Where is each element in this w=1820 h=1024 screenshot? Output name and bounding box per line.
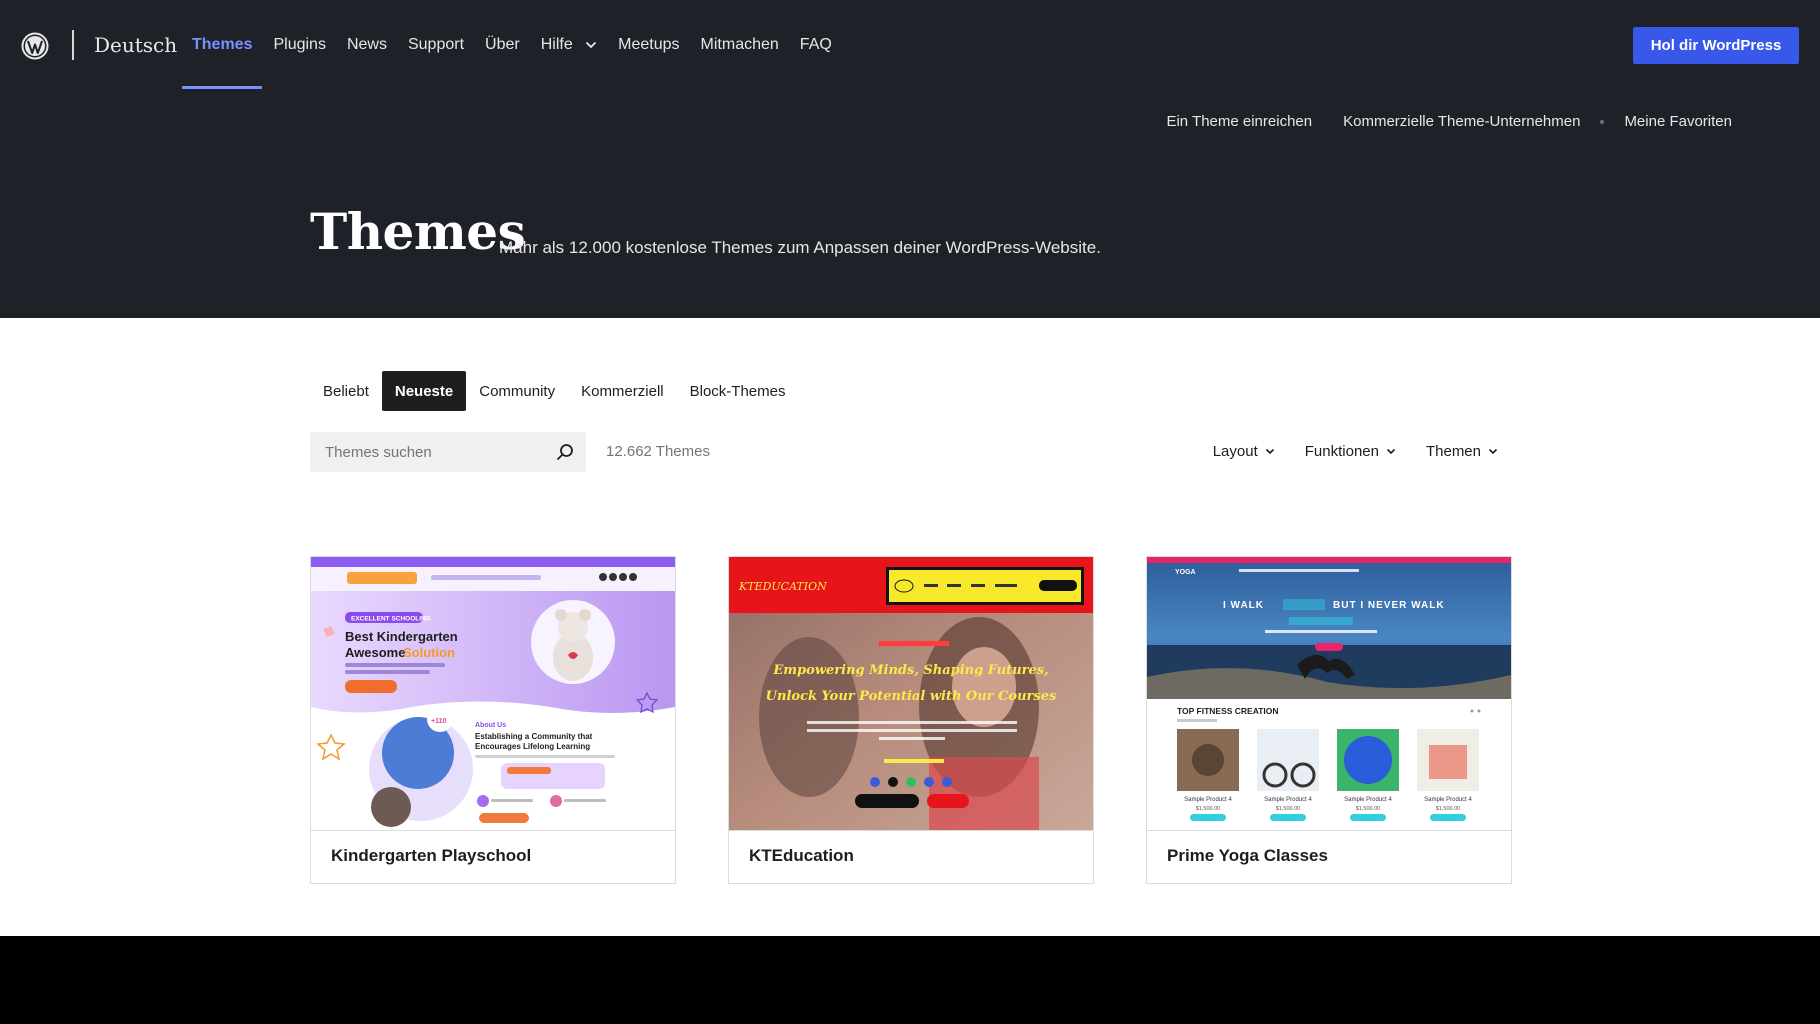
kindergarten-preview-image: EXCELLENT SCHOOLING Best Kindergarten Aw… <box>311 557 675 830</box>
theme-card-kteducation[interactable]: KTEDUCATION Empowering Minds, Shaping Fu… <box>728 556 1094 884</box>
nav-item-faq[interactable]: FAQ <box>800 36 832 54</box>
theme-screenshot: EXCELLENT SCHOOLING Best Kindergarten Aw… <box>311 557 675 831</box>
preview-hero-a: I WALK <box>1223 600 1264 611</box>
get-wordpress-button[interactable]: Hol dir WordPress <box>1633 27 1799 64</box>
search-input[interactable] <box>310 432 540 472</box>
preview-section-title: TOP FITNESS CREATION <box>1177 706 1279 716</box>
chevron-down-icon <box>1386 448 1396 455</box>
top-navigation-bar: Deutsch Themes Plugins News Support Über… <box>0 0 1820 92</box>
nav-item-hilfe[interactable]: Hilfe <box>541 36 597 54</box>
page-title: Themes <box>310 202 526 261</box>
tab-kommerziell[interactable]: Kommerziell <box>568 371 677 411</box>
theme-card-prime-yoga-classes[interactable]: YOGA I WALK BUT I NEVER WALK TOP FITNESS… <box>1146 556 1512 884</box>
themes-directory: Beliebt Neueste Community Kommerziell Bl… <box>0 318 1820 936</box>
preview-price: $1,500.00 <box>1436 806 1460 812</box>
preview-logo: YOGA <box>1175 569 1196 576</box>
theme-name[interactable]: Prime Yoga Classes <box>1167 846 1328 866</box>
preview-headline-2: Unlock Your Potential with Our Courses <box>766 689 1057 704</box>
nav-item-news[interactable]: News <box>347 36 387 54</box>
tab-community[interactable]: Community <box>466 371 568 411</box>
preview-logo: KTEDUCATION <box>738 580 827 593</box>
nav-item-meetups[interactable]: Meetups <box>618 36 679 54</box>
chevron-down-icon <box>1488 448 1498 455</box>
preview-product-label: Sample Product 4 <box>1344 797 1392 803</box>
site-header: Deutsch Themes Plugins News Support Über… <box>0 0 1820 318</box>
filter-label: Themen <box>1425 443 1481 460</box>
preview-pill: EXCELLENT SCHOOLING <box>351 616 431 623</box>
brand-divider <box>72 30 74 60</box>
preview-product-label: Sample Product 4 <box>1184 797 1232 803</box>
preview-about-title-2: Encourages Lifelong Learning <box>475 742 590 751</box>
themes-subnav: Ein Theme einreichen Kommerzielle Theme-… <box>1166 113 1732 130</box>
kteducation-preview-image: KTEDUCATION Empowering Minds, Shaping Fu… <box>729 557 1093 830</box>
wordpress-logo-icon[interactable] <box>21 32 49 60</box>
yoga-preview-image: YOGA I WALK BUT I NEVER WALK TOP FITNESS… <box>1147 557 1511 830</box>
nav-item-ueber[interactable]: Über <box>485 36 520 54</box>
bottom-black-band <box>0 936 1820 1024</box>
search-icon[interactable] <box>554 441 576 463</box>
chevron-down-icon <box>1265 448 1274 455</box>
subnav-submit-theme[interactable]: Ein Theme einreichen <box>1166 113 1312 130</box>
theme-grid: EXCELLENT SCHOOLING Best Kindergarten Aw… <box>310 556 1512 884</box>
preview-product-label: Sample Product 4 <box>1264 797 1312 803</box>
preview-about-title-1: Establishing a Community that <box>475 732 593 741</box>
preview-headline-1: Empowering Minds, Shaping Futures, <box>772 663 1048 678</box>
nav-item-mitmachen[interactable]: Mitmachen <box>701 36 779 54</box>
page-description: Mahr als 12.000 kostenlose Themes zum An… <box>499 238 1101 257</box>
browse-tabs: Beliebt Neueste Community Kommerziell Bl… <box>310 371 798 411</box>
theme-name[interactable]: Kindergarten Playschool <box>331 846 531 866</box>
preview-headline-1: Best Kindergarten <box>345 629 458 644</box>
theme-search <box>310 432 586 472</box>
theme-name[interactable]: KTEducation <box>749 846 854 866</box>
filter-themen[interactable]: Themen <box>1426 443 1498 460</box>
preview-price: $1,500.00 <box>1276 806 1300 812</box>
filter-label: Funktionen <box>1304 443 1379 460</box>
filter-layout[interactable]: Layout <box>1213 443 1275 460</box>
subnav-separator-dot <box>1600 119 1605 124</box>
tab-block-themes[interactable]: Block-Themes <box>677 371 799 411</box>
preview-price: $1,500.00 <box>1196 806 1220 812</box>
preview-badge: +110 <box>431 718 446 725</box>
nav-item-themes[interactable]: Themes <box>181 36 264 89</box>
preview-about-label: About Us <box>475 722 506 729</box>
preview-headline-2b: Solution <box>403 645 455 660</box>
nav-item-hilfe-label: Hilfe <box>540 36 573 53</box>
preview-headline-2a: Awesome <box>345 645 405 660</box>
preview-product-label: Sample Product 4 <box>1424 797 1472 803</box>
tab-beliebt[interactable]: Beliebt <box>310 371 382 411</box>
subnav-my-favorites[interactable]: Meine Favoriten <box>1624 113 1732 130</box>
preview-price: $1,500.00 <box>1356 806 1380 812</box>
main-nav: Themes Plugins News Support Über Hilfe M… <box>181 36 853 89</box>
preview-hero-b: BUT I NEVER WALK <box>1333 600 1445 611</box>
subnav-commercial-companies[interactable]: Kommerzielle Theme-Unternehmen <box>1343 113 1580 130</box>
theme-screenshot: YOGA I WALK BUT I NEVER WALK TOP FITNESS… <box>1147 557 1511 831</box>
result-count: 12.662 Themes <box>606 443 710 460</box>
tab-neueste[interactable]: Neueste <box>381 371 467 411</box>
chevron-down-icon <box>586 41 597 49</box>
nav-item-plugins[interactable]: Plugins <box>273 36 325 54</box>
filter-funktionen[interactable]: Funktionen <box>1305 443 1396 460</box>
theme-screenshot: KTEDUCATION Empowering Minds, Shaping Fu… <box>729 557 1093 831</box>
filter-bar: Layout Funktionen Themen <box>1183 443 1498 460</box>
nav-item-support[interactable]: Support <box>408 36 464 54</box>
filter-label: Layout <box>1212 443 1258 460</box>
theme-card-kindergarten-playschool[interactable]: EXCELLENT SCHOOLING Best Kindergarten Aw… <box>310 556 676 884</box>
locale-name[interactable]: Deutsch <box>94 33 177 57</box>
